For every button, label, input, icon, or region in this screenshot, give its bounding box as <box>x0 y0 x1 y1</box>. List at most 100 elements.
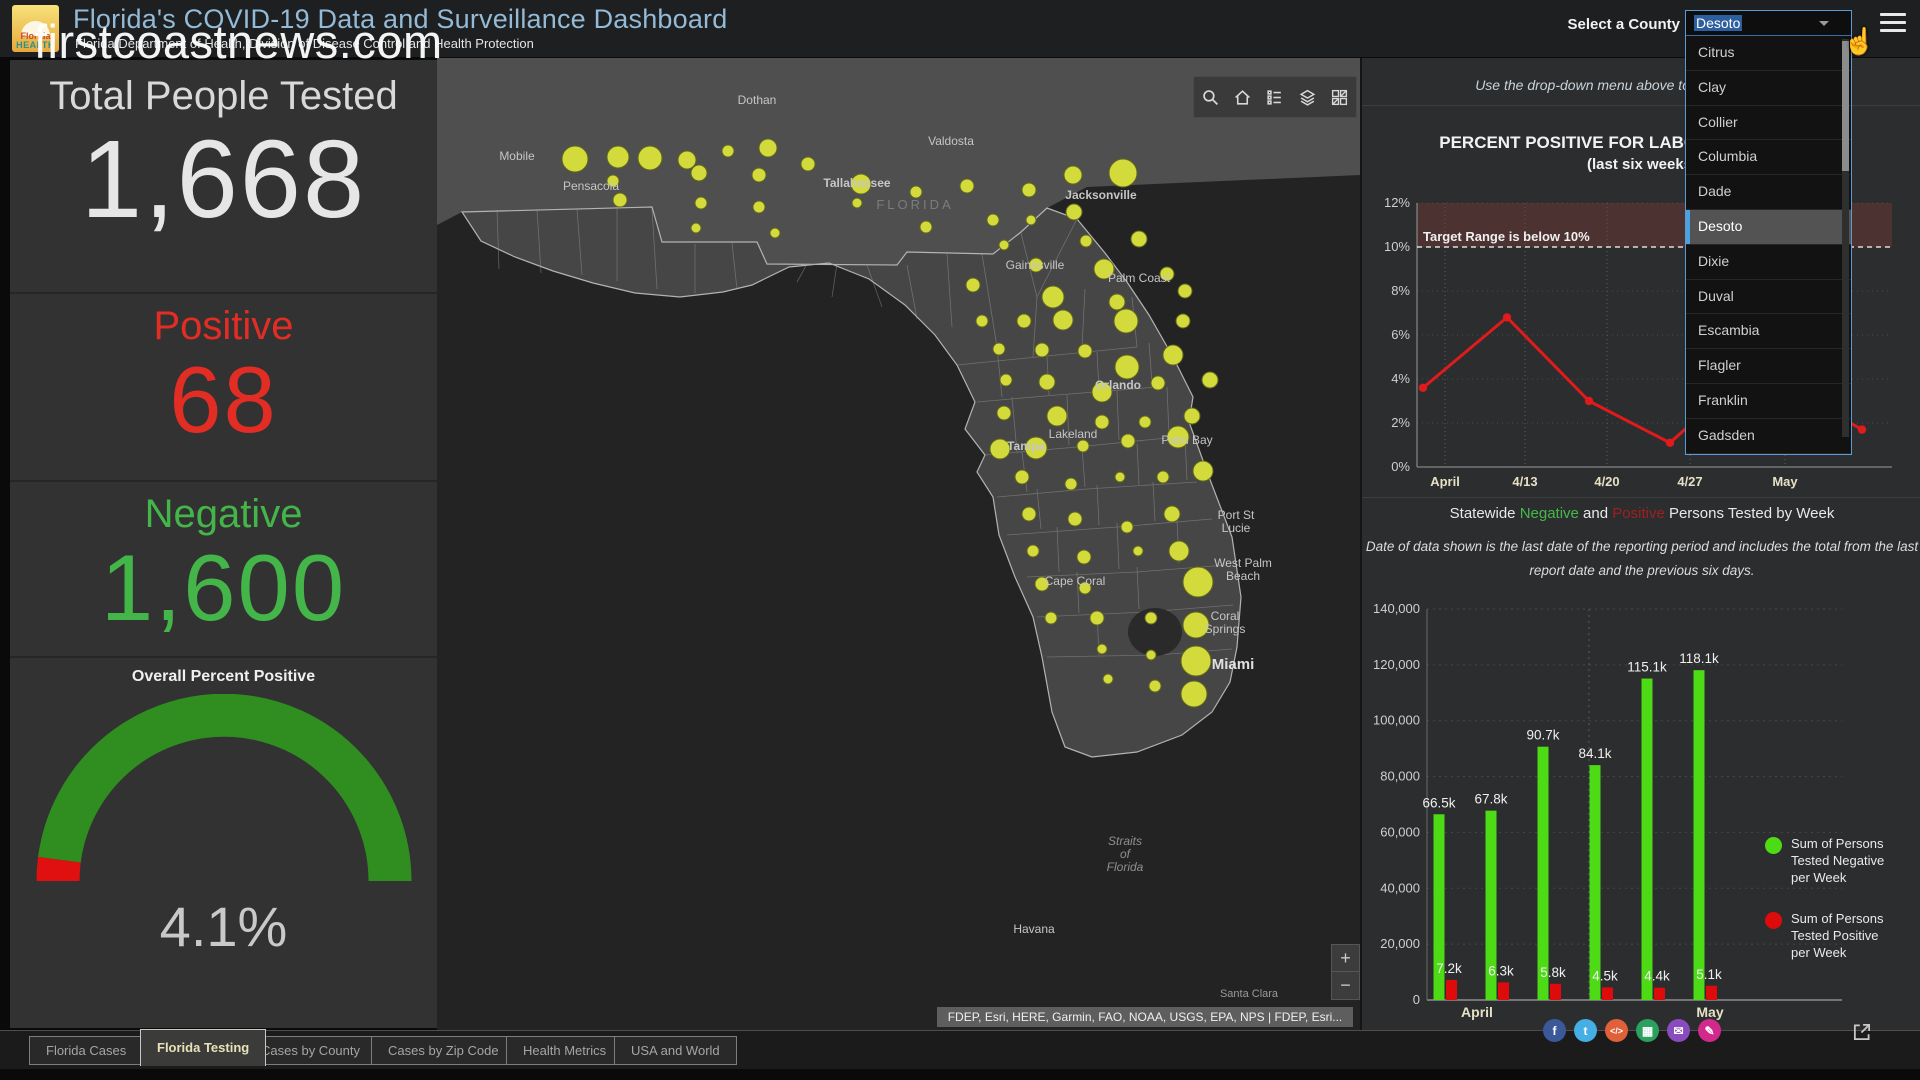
twitter-icon[interactable]: t <box>1574 1019 1597 1042</box>
county-bubble[interactable] <box>1163 345 1183 365</box>
county-bubble[interactable] <box>1121 521 1133 533</box>
county-bubble[interactable] <box>1109 159 1137 187</box>
county-option-dixie[interactable]: Dixie <box>1686 245 1851 280</box>
county-bubble[interactable] <box>1109 294 1125 310</box>
county-bubble[interactable] <box>1027 545 1039 557</box>
county-bubble[interactable] <box>1097 644 1107 654</box>
legend-list-icon[interactable] <box>1265 88 1284 107</box>
county-bubble[interactable] <box>752 168 766 182</box>
county-bubble[interactable] <box>1045 612 1057 624</box>
tab-usa-and-world[interactable]: USA and World <box>614 1036 737 1065</box>
county-bubble[interactable] <box>753 201 765 213</box>
county-bubble[interactable] <box>1157 471 1169 483</box>
county-bubble[interactable] <box>1103 674 1113 684</box>
county-bubble[interactable] <box>1022 507 1036 521</box>
county-bubble[interactable] <box>1184 408 1200 424</box>
county-bubble[interactable] <box>1078 344 1092 358</box>
qr-code-icon[interactable]: ▦ <box>1636 1019 1659 1042</box>
county-bubble[interactable] <box>1053 310 1073 330</box>
florida-bubble-map[interactable]: DothanMobileValdostaPensacolaTallahassee… <box>437 57 1360 1030</box>
county-bubble[interactable] <box>1149 680 1161 692</box>
county-bubble[interactable] <box>1139 416 1151 428</box>
county-bubble[interactable] <box>1151 376 1165 390</box>
share-link-icon[interactable]: ✎ <box>1698 1019 1721 1042</box>
county-bubble[interactable] <box>1039 374 1055 390</box>
county-option-collier[interactable]: Collier <box>1686 106 1851 141</box>
county-bubble[interactable] <box>1133 546 1143 556</box>
county-bubble[interactable] <box>691 165 707 181</box>
county-bubble[interactable] <box>993 343 1005 355</box>
county-bubble[interactable] <box>976 315 988 327</box>
county-option-duval[interactable]: Duval <box>1686 280 1851 315</box>
county-bubble[interactable] <box>1193 461 1213 481</box>
county-bubble[interactable] <box>695 197 707 209</box>
county-select-box[interactable]: Desoto <box>1686 11 1851 35</box>
county-bubble[interactable] <box>1065 478 1077 490</box>
search-icon[interactable] <box>1201 88 1220 107</box>
county-bubble[interactable] <box>691 223 701 233</box>
county-bubble[interactable] <box>1169 541 1189 561</box>
dropdown-scrollbar[interactable] <box>1842 39 1849 437</box>
county-bubble[interactable] <box>852 198 862 208</box>
county-bubble[interactable] <box>997 406 1011 420</box>
county-bubble[interactable] <box>607 146 629 168</box>
county-bubble[interactable] <box>1017 314 1031 328</box>
county-bubble[interactable] <box>1181 681 1207 707</box>
county-bubble[interactable] <box>1077 440 1089 452</box>
expand-icon[interactable] <box>1851 1021 1873 1043</box>
county-bubble[interactable] <box>1115 355 1139 379</box>
county-bubble[interactable] <box>1131 231 1147 247</box>
county-option-flagler[interactable]: Flagler <box>1686 349 1851 384</box>
county-bubble[interactable] <box>801 157 815 171</box>
county-bubble[interactable] <box>1181 646 1211 676</box>
county-bubble[interactable] <box>1114 309 1138 333</box>
county-bubble[interactable] <box>770 228 780 238</box>
county-option-escambia[interactable]: Escambia <box>1686 314 1851 349</box>
county-bubble[interactable] <box>1035 343 1049 357</box>
basemap-gallery-icon[interactable] <box>1330 88 1349 107</box>
county-bubble[interactable] <box>920 221 932 233</box>
county-bubble[interactable] <box>1026 215 1036 225</box>
layers-icon[interactable] <box>1298 88 1317 107</box>
tab-florida-testing[interactable]: Florida Testing <box>140 1029 266 1066</box>
county-bubble[interactable] <box>1164 506 1180 522</box>
email-icon[interactable]: ✉ <box>1667 1019 1690 1042</box>
county-bubble[interactable] <box>1145 612 1157 624</box>
county-bubble[interactable] <box>987 214 999 226</box>
county-bubble[interactable] <box>1042 286 1064 308</box>
county-bubble[interactable] <box>1090 611 1104 625</box>
tab-health-metrics[interactable]: Health Metrics <box>506 1036 623 1065</box>
county-bubble[interactable] <box>1015 470 1029 484</box>
county-option-columbia[interactable]: Columbia <box>1686 140 1851 175</box>
home-icon[interactable] <box>1233 88 1252 107</box>
county-bubble[interactable] <box>759 139 777 157</box>
county-bubble[interactable] <box>1064 166 1082 184</box>
zoom-in-button[interactable]: + <box>1332 945 1359 972</box>
county-bubble[interactable] <box>678 151 696 169</box>
county-option-desoto[interactable]: Desoto <box>1686 210 1851 245</box>
embed-code-icon[interactable]: </> <box>1605 1019 1628 1042</box>
county-bubble[interactable] <box>1047 406 1067 426</box>
county-bubble[interactable] <box>1183 567 1213 597</box>
county-bubble[interactable] <box>1077 550 1091 564</box>
county-bubble[interactable] <box>1080 235 1092 247</box>
facebook-icon[interactable]: f <box>1543 1019 1566 1042</box>
menu-hamburger-icon[interactable] <box>1880 13 1906 35</box>
county-bubble[interactable] <box>722 145 734 157</box>
county-bubble[interactable] <box>1022 183 1036 197</box>
zoom-out-button[interactable]: − <box>1332 972 1359 998</box>
county-bubble[interactable] <box>1068 512 1082 526</box>
county-option-citrus[interactable]: Citrus <box>1686 36 1851 71</box>
county-bubble[interactable] <box>1178 284 1192 298</box>
tab-cases-by-zip-code[interactable]: Cases by Zip Code <box>371 1036 516 1065</box>
county-bubble[interactable] <box>1202 372 1218 388</box>
county-bubble[interactable] <box>1176 314 1190 328</box>
county-bubble[interactable] <box>1115 472 1125 482</box>
county-bubble[interactable] <box>1066 204 1082 220</box>
county-bubble[interactable] <box>638 146 662 170</box>
county-bubble[interactable] <box>562 146 588 172</box>
county-bubble[interactable] <box>999 240 1009 250</box>
county-bubble[interactable] <box>1121 434 1135 448</box>
county-option-franklin[interactable]: Franklin <box>1686 384 1851 419</box>
county-option-clay[interactable]: Clay <box>1686 71 1851 106</box>
